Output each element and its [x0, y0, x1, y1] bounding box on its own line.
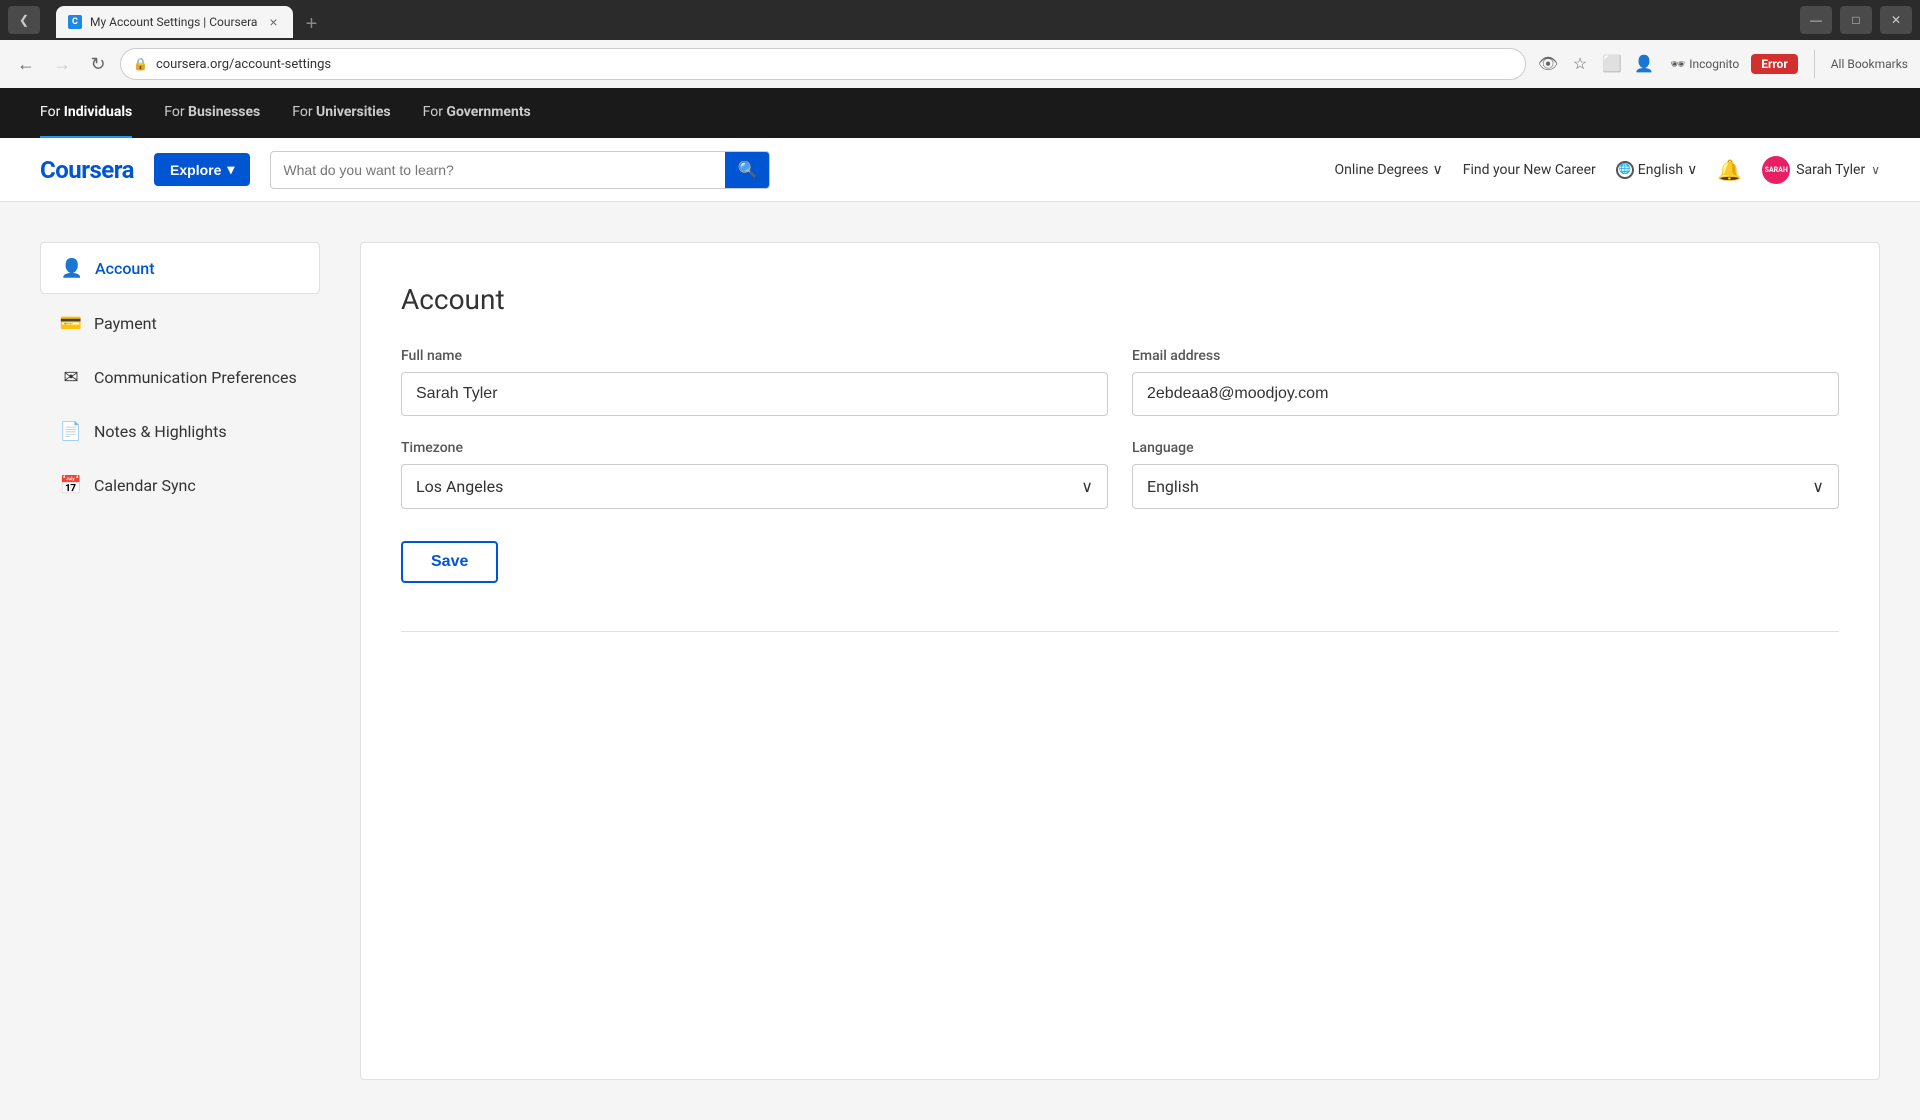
sidebar-payment-label: Payment	[94, 314, 157, 333]
browser-controls: ❮	[8, 6, 40, 34]
profile-button[interactable]: 👤	[1630, 50, 1658, 78]
new-career-label: Find your New Career	[1463, 162, 1596, 178]
incognito-badge: 🕶 Incognito	[1662, 55, 1747, 73]
sidebar-item-account[interactable]: 👤 Account	[40, 242, 320, 294]
account-section-title: Account	[401, 283, 1839, 316]
language-label: Language	[1132, 440, 1839, 456]
email-label: Email address	[1132, 348, 1839, 364]
bookmarks-label: All Bookmarks	[1831, 57, 1908, 71]
error-badge: Error	[1751, 54, 1798, 74]
language-chevron: ∨	[1812, 477, 1824, 496]
calendar-icon: 📅	[60, 474, 82, 496]
tablet-button[interactable]: ⬜	[1598, 50, 1626, 78]
sidebar-item-calendar[interactable]: 📅 Calendar Sync	[40, 460, 320, 510]
tab-close-button[interactable]: ×	[265, 14, 281, 30]
maximize-button[interactable]: □	[1840, 6, 1872, 34]
eye-icon-button[interactable]: 👁	[1534, 50, 1562, 78]
minimize-button[interactable]: —	[1800, 6, 1832, 34]
communication-icon: ✉	[60, 366, 82, 388]
language-group: Language English ∨	[1132, 440, 1839, 509]
timezone-select[interactable]: Los Angeles ∨	[401, 464, 1108, 509]
notifications-bell[interactable]: 🔔	[1717, 158, 1742, 182]
timezone-group: Timezone Los Angeles ∨	[401, 440, 1108, 509]
address-bar[interactable]: 🔒 coursera.org/account-settings	[120, 48, 1526, 80]
sidebar-calendar-label: Calendar Sync	[94, 476, 196, 495]
header-actions: Online Degrees ∨ Find your New Career 🌐 …	[1335, 156, 1880, 184]
tab-title: My Account Settings | Coursera	[90, 15, 257, 29]
timezone-label: Timezone	[401, 440, 1108, 456]
sidebar-notes-label: Notes & Highlights	[94, 422, 227, 441]
sidebar-item-payment[interactable]: 💳 Payment	[40, 298, 320, 348]
timezone-value: Los Angeles	[416, 477, 503, 496]
sidebar-item-notes[interactable]: 📄 Notes & Highlights	[40, 406, 320, 456]
nav-item-governments[interactable]: For Governments	[423, 88, 531, 138]
globe-icon: 🌐	[1616, 161, 1634, 179]
language-select[interactable]: English ∨	[1132, 464, 1839, 509]
notes-icon: 📄	[60, 420, 82, 442]
section-divider	[401, 631, 1839, 632]
sidebar-communication-label: Communication Preferences	[94, 368, 297, 387]
search-button[interactable]: 🔍	[725, 152, 769, 188]
active-tab[interactable]: C My Account Settings | Coursera ×	[56, 6, 293, 38]
email-group: Email address	[1132, 348, 1839, 416]
user-chevron: ∨	[1871, 163, 1880, 177]
search-bar: 🔍	[270, 151, 770, 189]
account-settings-panel: Account Full name Email address Timezone…	[360, 242, 1880, 1080]
bookmark-star-button[interactable]: ☆	[1566, 50, 1594, 78]
explore-label: Explore	[170, 162, 221, 178]
timezone-language-row: Timezone Los Angeles ∨ Language English …	[401, 440, 1839, 509]
site-main-header: Coursera Explore ▾ 🔍 Online Degrees ∨ Fi…	[0, 138, 1920, 202]
user-avatar: SARAH	[1762, 156, 1790, 184]
explore-chevron: ▾	[227, 161, 234, 178]
forward-button[interactable]: →	[48, 50, 76, 78]
nav-actions: 👁 ☆ ⬜ 👤 🕶 Incognito Error	[1534, 50, 1798, 78]
incognito-icon: 🕶	[1670, 57, 1685, 71]
back-button[interactable]: ←	[12, 50, 40, 78]
sidebar-item-communication[interactable]: ✉ Communication Preferences	[40, 352, 320, 402]
sidebar-account-label: Account	[95, 259, 155, 278]
lang-label: English	[1638, 162, 1683, 178]
user-menu[interactable]: SARAH Sarah Tyler ∨	[1762, 156, 1880, 184]
lock-icon: 🔒	[133, 57, 148, 71]
site-top-nav: For Individuals For Businesses For Unive…	[0, 88, 1920, 138]
browser-nav: ← → ↻ 🔒 coursera.org/account-settings 👁 …	[0, 40, 1920, 88]
online-degrees-link[interactable]: Online Degrees ∨	[1335, 162, 1443, 178]
timezone-chevron: ∨	[1081, 477, 1093, 496]
tab-list-button[interactable]: ❮	[8, 6, 40, 34]
address-text: coursera.org/account-settings	[156, 57, 1513, 72]
coursera-logo[interactable]: Coursera	[40, 156, 134, 184]
tab-favicon: C	[68, 15, 82, 29]
explore-button[interactable]: Explore ▾	[154, 153, 250, 186]
sidebar: 👤 Account 💳 Payment ✉ Communication Pref…	[40, 242, 320, 1080]
incognito-label: Incognito	[1689, 57, 1739, 71]
account-icon: 👤	[61, 257, 83, 279]
full-name-group: Full name	[401, 348, 1108, 416]
browser-titlebar: ❮ C My Account Settings | Coursera × + —…	[0, 0, 1920, 40]
user-name: Sarah Tyler	[1796, 162, 1865, 178]
nav-item-universities[interactable]: For Universities	[292, 88, 390, 138]
user-initials: SARAH	[1765, 166, 1788, 174]
tab-bar: C My Account Settings | Coursera × +	[48, 2, 333, 38]
save-button[interactable]: Save	[401, 541, 498, 583]
language-value: English	[1147, 477, 1199, 496]
main-content: 👤 Account 💳 Payment ✉ Communication Pref…	[0, 202, 1920, 1120]
new-tab-button[interactable]: +	[297, 10, 325, 38]
nav-item-businesses[interactable]: For Businesses	[164, 88, 260, 138]
lang-chevron: ∨	[1687, 162, 1697, 178]
email-input[interactable]	[1132, 372, 1839, 416]
language-selector[interactable]: 🌐 English ∨	[1616, 161, 1698, 179]
online-degrees-chevron: ∨	[1432, 162, 1442, 178]
new-career-link[interactable]: Find your New Career	[1463, 162, 1596, 178]
search-input[interactable]	[271, 154, 725, 186]
search-icon: 🔍	[737, 162, 757, 179]
browser-window: ❮ C My Account Settings | Coursera × + —…	[0, 0, 1920, 1120]
close-window-button[interactable]: ✕	[1880, 6, 1912, 34]
payment-icon: 💳	[60, 312, 82, 334]
name-email-row: Full name Email address	[401, 348, 1839, 416]
online-degrees-label: Online Degrees	[1335, 162, 1429, 178]
full-name-input[interactable]	[401, 372, 1108, 416]
full-name-label: Full name	[401, 348, 1108, 364]
refresh-button[interactable]: ↻	[84, 50, 112, 78]
nav-item-individuals[interactable]: For Individuals	[40, 88, 132, 138]
